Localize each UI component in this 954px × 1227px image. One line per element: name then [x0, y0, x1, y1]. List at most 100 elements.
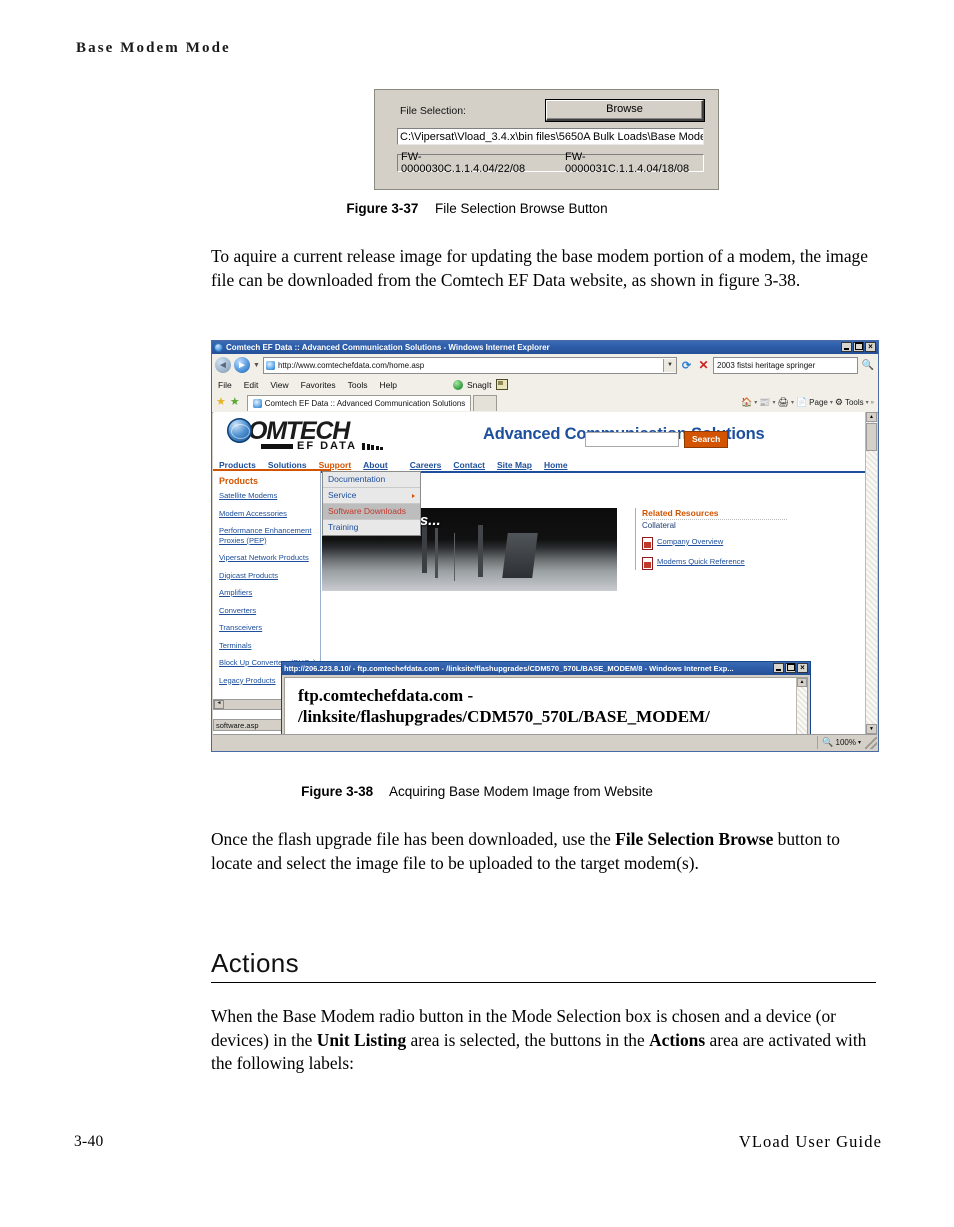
related-link-company-overview[interactable]: Company Overview — [657, 537, 723, 546]
nav-support[interactable]: Support — [313, 460, 358, 470]
sidebar-link-modem-accessories[interactable]: Modem Accessories — [219, 509, 316, 519]
sidebar-link-converters[interactable]: Converters — [219, 606, 316, 616]
site-search-button[interactable]: Search — [684, 431, 729, 448]
related-item-company-overview[interactable]: Company Overview — [642, 537, 787, 550]
guide-title-footer: VLoad User Guide — [738, 1132, 882, 1151]
close-icon[interactable]: × — [797, 663, 808, 673]
minimize-icon[interactable] — [773, 663, 784, 673]
sidebar-link-satellite-modems[interactable]: Satellite Modems — [219, 491, 316, 501]
print-icon[interactable]: 🖨 — [778, 397, 789, 408]
browse-button[interactable]: Browse — [546, 100, 704, 121]
nav-careers[interactable]: Careers — [404, 460, 448, 470]
page-icon — [265, 360, 275, 370]
related-link-modems-quick-reference[interactable]: Modems Quick Reference — [657, 557, 745, 566]
nav-about[interactable]: About — [357, 460, 394, 470]
paragraph-actions-description: When the Base Modem radio button in the … — [211, 1005, 876, 1076]
sidebar-link-amplifiers[interactable]: Amplifiers — [219, 588, 316, 598]
favorites-star-icon[interactable]: ★ — [216, 397, 226, 408]
paragraph-acquire-release-image: To aquire a current release image for up… — [211, 246, 868, 290]
ftp-vertical-scrollbar[interactable]: ▲ ▼ — [796, 678, 807, 734]
menu-item-file[interactable]: File — [212, 380, 238, 390]
scroll-left-icon[interactable]: ◄ — [214, 700, 224, 709]
related-item-modems-quick-reference[interactable]: Modems Quick Reference — [642, 557, 787, 570]
site-search-input[interactable] — [585, 431, 679, 447]
paragraph-flash-upgrade: Once the flash upgrade file has been dow… — [211, 828, 876, 875]
menu-item-tools[interactable]: Tools — [342, 380, 374, 390]
dropdown-item-service-label: Service — [328, 490, 357, 500]
history-chevron-down-icon[interactable]: ▼ — [250, 362, 263, 369]
address-input[interactable]: http://www.comtechefdata.com/home.asp ▼ — [262, 356, 677, 374]
new-tab-button[interactable] — [473, 394, 498, 411]
minimize-icon[interactable] — [841, 342, 852, 352]
maximize-icon[interactable] — [785, 663, 796, 673]
nav-products[interactable]: Products — [213, 460, 262, 470]
scrollbar-thumb[interactable] — [866, 423, 877, 451]
figure-3-38-browser-screenshot: Comtech EF Data :: Advanced Communicatio… — [211, 340, 879, 752]
refresh-icon[interactable]: ⟳ — [679, 358, 694, 373]
site-search-widget: Search — [585, 431, 729, 448]
search-icon[interactable]: 🔍 — [858, 358, 878, 373]
menu-item-help[interactable]: Help — [373, 380, 402, 390]
maximize-icon[interactable] — [853, 342, 864, 352]
nav-solutions[interactable]: Solutions — [262, 460, 313, 470]
sidebar-link-terminals[interactable]: Terminals — [219, 641, 316, 651]
dropdown-item-service[interactable]: Service — [323, 488, 420, 504]
file-selection-label: File Selection: — [400, 105, 466, 117]
firmware-version-left: FW-0000030C.1.1.4.04/22/08 — [401, 151, 526, 175]
actions-bold-unit-listing: Unit Listing — [316, 1029, 407, 1050]
snagit-toolbar[interactable]: SnagIt — [452, 379, 508, 390]
zoom-control[interactable]: 🔍 100% ▾ — [817, 736, 865, 749]
menu-item-favorites[interactable]: Favorites — [295, 380, 342, 390]
browser-search-input[interactable]: 2003 fistsi heritage springer — [713, 356, 858, 374]
resize-grip-icon[interactable] — [865, 736, 877, 749]
file-path-input[interactable]: C:\Vipersat\Vload_3.4.x\bin files\5650A … — [397, 128, 704, 145]
figure-3-37-file-selection-dialog: File Selection: Browse C:\Vipersat\Vload… — [374, 89, 719, 190]
dropdown-item-training[interactable]: Training — [323, 520, 420, 535]
page-menu-label[interactable]: Page — [809, 398, 828, 407]
page-menu-icon[interactable]: 📄 — [796, 397, 807, 408]
forward-icon[interactable]: ► — [234, 357, 250, 373]
snagit-capture-icon[interactable] — [495, 379, 508, 390]
ftp-directory-window: http://206.223.8.10/ - ftp.comtechefdata… — [281, 661, 811, 734]
close-icon[interactable]: × — [865, 342, 876, 352]
browser-tab-comtech[interactable]: Comtech EF Data :: Advanced Communicatio… — [246, 394, 472, 411]
tools-menu-icon[interactable]: ⚙ — [835, 397, 843, 408]
sidebar-link-transceivers[interactable]: Transceivers — [219, 623, 316, 633]
menu-item-view[interactable]: View — [264, 380, 294, 390]
tools-menu-label[interactable]: Tools — [845, 398, 864, 407]
figure-3-38-number: Figure 3-38 — [301, 784, 374, 799]
actions-bold-actions: Actions — [649, 1029, 706, 1050]
related-resources-title: Related Resources — [642, 508, 719, 518]
ftp-window-title: http://206.223.8.10/ - ftp.comtechefdata… — [284, 664, 734, 673]
internet-explorer-window: Comtech EF Data :: Advanced Communicatio… — [211, 340, 879, 752]
scroll-down-icon[interactable]: ▼ — [866, 724, 877, 734]
dropdown-item-software-downloads[interactable]: Software Downloads — [323, 504, 420, 520]
overflow-chevron-icon[interactable]: » — [871, 400, 874, 406]
add-favorite-icon[interactable]: ★ — [230, 397, 240, 408]
nav-contact[interactable]: Contact — [447, 460, 491, 470]
support-dropdown-menu: Documentation Service Software Downloads… — [322, 471, 421, 536]
scroll-up-icon[interactable]: ▲ — [866, 412, 877, 422]
address-dropdown-icon[interactable]: ▼ — [663, 358, 676, 372]
ftp-window-controls: × — [773, 663, 808, 673]
ftp-heading-line-2: /linksite/flashupgrades/CDM570_570L/BASE… — [298, 707, 710, 726]
page-vertical-scrollbar[interactable]: ▲ ▼ — [865, 412, 877, 734]
related-resources-panel: Related Resources Collateral Company Ove… — [635, 508, 787, 570]
back-icon[interactable]: ◄ — [215, 357, 231, 373]
stop-icon[interactable]: ✕ — [696, 358, 711, 373]
zoom-magnifier-icon: 🔍 — [822, 737, 834, 747]
menu-item-edit[interactable]: Edit — [238, 380, 265, 390]
feeds-icon[interactable]: 📰 — [759, 397, 770, 408]
nav-site-map[interactable]: Site Map — [491, 460, 538, 470]
sidebar-link-vipersat[interactable]: Vipersat Network Products — [219, 553, 316, 563]
pdf-icon — [642, 537, 653, 550]
pdf-icon — [642, 557, 653, 570]
scroll-up-icon[interactable]: ▲ — [797, 678, 807, 687]
nav-home[interactable]: Home — [538, 460, 574, 470]
home-icon[interactable]: 🏠 — [741, 397, 752, 408]
figure-3-38-caption: Figure 3-38 Acquiring Base Modem Image f… — [0, 784, 954, 799]
sidebar-link-digicast[interactable]: Digicast Products — [219, 571, 316, 581]
ftp-window-title-bar: http://206.223.8.10/ - ftp.comtechefdata… — [282, 662, 810, 675]
sidebar-link-pep[interactable]: Performance Enhancement Proxies (PEP) — [219, 526, 316, 545]
dropdown-item-documentation[interactable]: Documentation — [323, 472, 420, 488]
